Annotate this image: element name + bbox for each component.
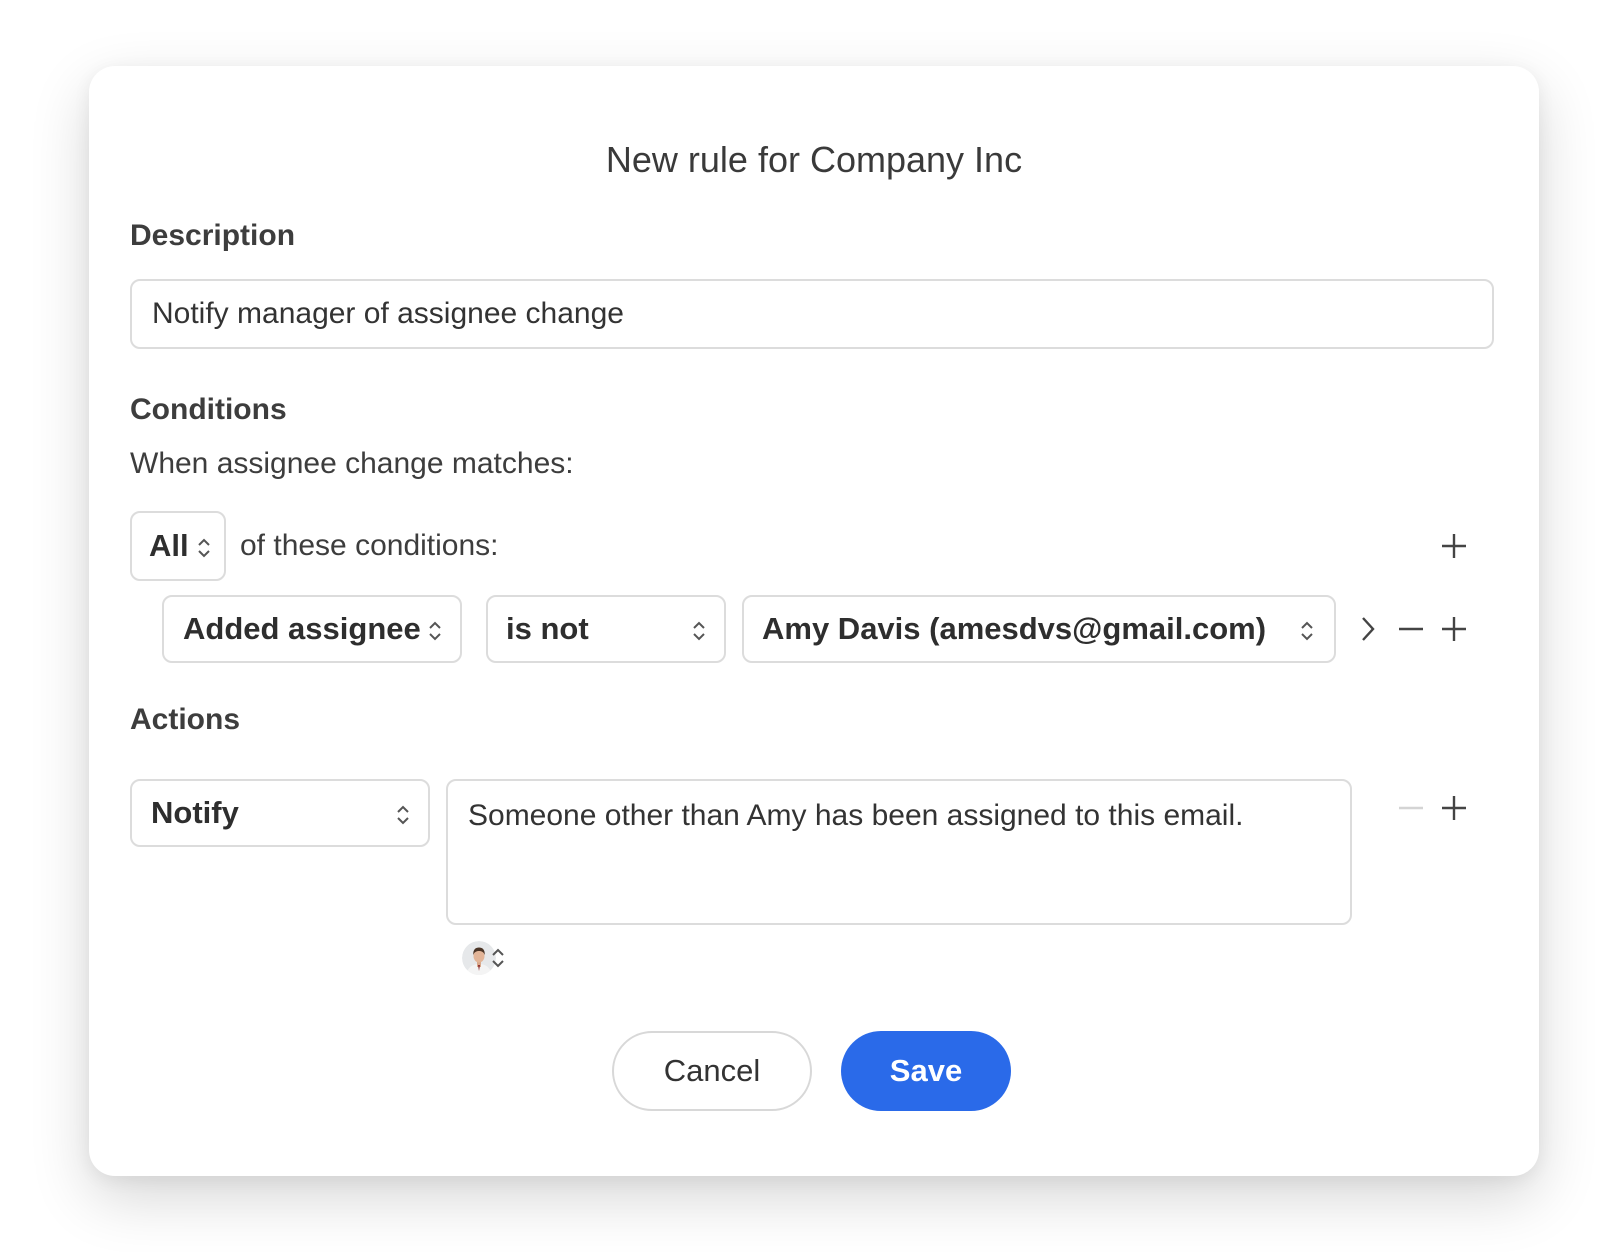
add-condition-group-button[interactable] — [1434, 526, 1474, 566]
chevron-updown-icon — [693, 621, 705, 641]
match-suffix: of these conditions: — [240, 529, 499, 562]
description-label: Description — [130, 219, 296, 252]
action-message-textarea[interactable]: Someone other than Amy has been assigned… — [446, 779, 1352, 925]
condition-value-text: Amy Davis (amesdvs@gmail.com) — [762, 611, 1267, 646]
expand-condition-button[interactable] — [1348, 609, 1388, 649]
remove-action-button — [1391, 788, 1431, 828]
add-condition-button[interactable] — [1434, 609, 1474, 649]
actions-label: Actions — [130, 703, 241, 736]
save-button[interactable]: Save — [841, 1031, 1011, 1111]
cancel-button[interactable]: Cancel — [612, 1031, 812, 1111]
minus-icon — [1399, 627, 1423, 631]
dialog-title: New rule for Company Inc — [605, 139, 1023, 180]
plus-icon — [1442, 534, 1466, 558]
condition-operator-value: is not — [506, 611, 589, 646]
condition-field-select[interactable]: Added assignee — [162, 595, 462, 663]
rule-dialog: New rule for Company Inc Description Con… — [89, 66, 1539, 1176]
condition-value-select[interactable]: Amy Davis (amesdvs@gmail.com) — [742, 595, 1336, 663]
condition-operator-select[interactable]: is not — [486, 595, 726, 663]
plus-icon — [1442, 617, 1466, 641]
description-input[interactable] — [130, 279, 1494, 349]
recipient-chevron-updown-icon[interactable] — [491, 947, 505, 969]
match-mode-value: All — [149, 528, 189, 563]
action-type-select[interactable]: Notify — [130, 779, 430, 847]
chevron-updown-icon — [198, 538, 210, 558]
match-mode-select[interactable]: All — [130, 511, 226, 581]
add-action-button[interactable] — [1434, 788, 1474, 828]
conditions-label: Conditions — [130, 393, 287, 426]
minus-icon — [1399, 806, 1423, 810]
remove-condition-button[interactable] — [1391, 609, 1431, 649]
plus-icon — [1442, 796, 1466, 820]
chevron-updown-icon — [429, 621, 441, 641]
conditions-intro: When assignee change matches: — [130, 447, 574, 480]
chevron-updown-icon — [397, 805, 409, 825]
action-type-value: Notify — [151, 795, 239, 830]
chevron-updown-icon — [1301, 621, 1313, 641]
chevron-right-icon — [1362, 617, 1375, 641]
condition-field-value: Added assignee — [183, 611, 421, 646]
